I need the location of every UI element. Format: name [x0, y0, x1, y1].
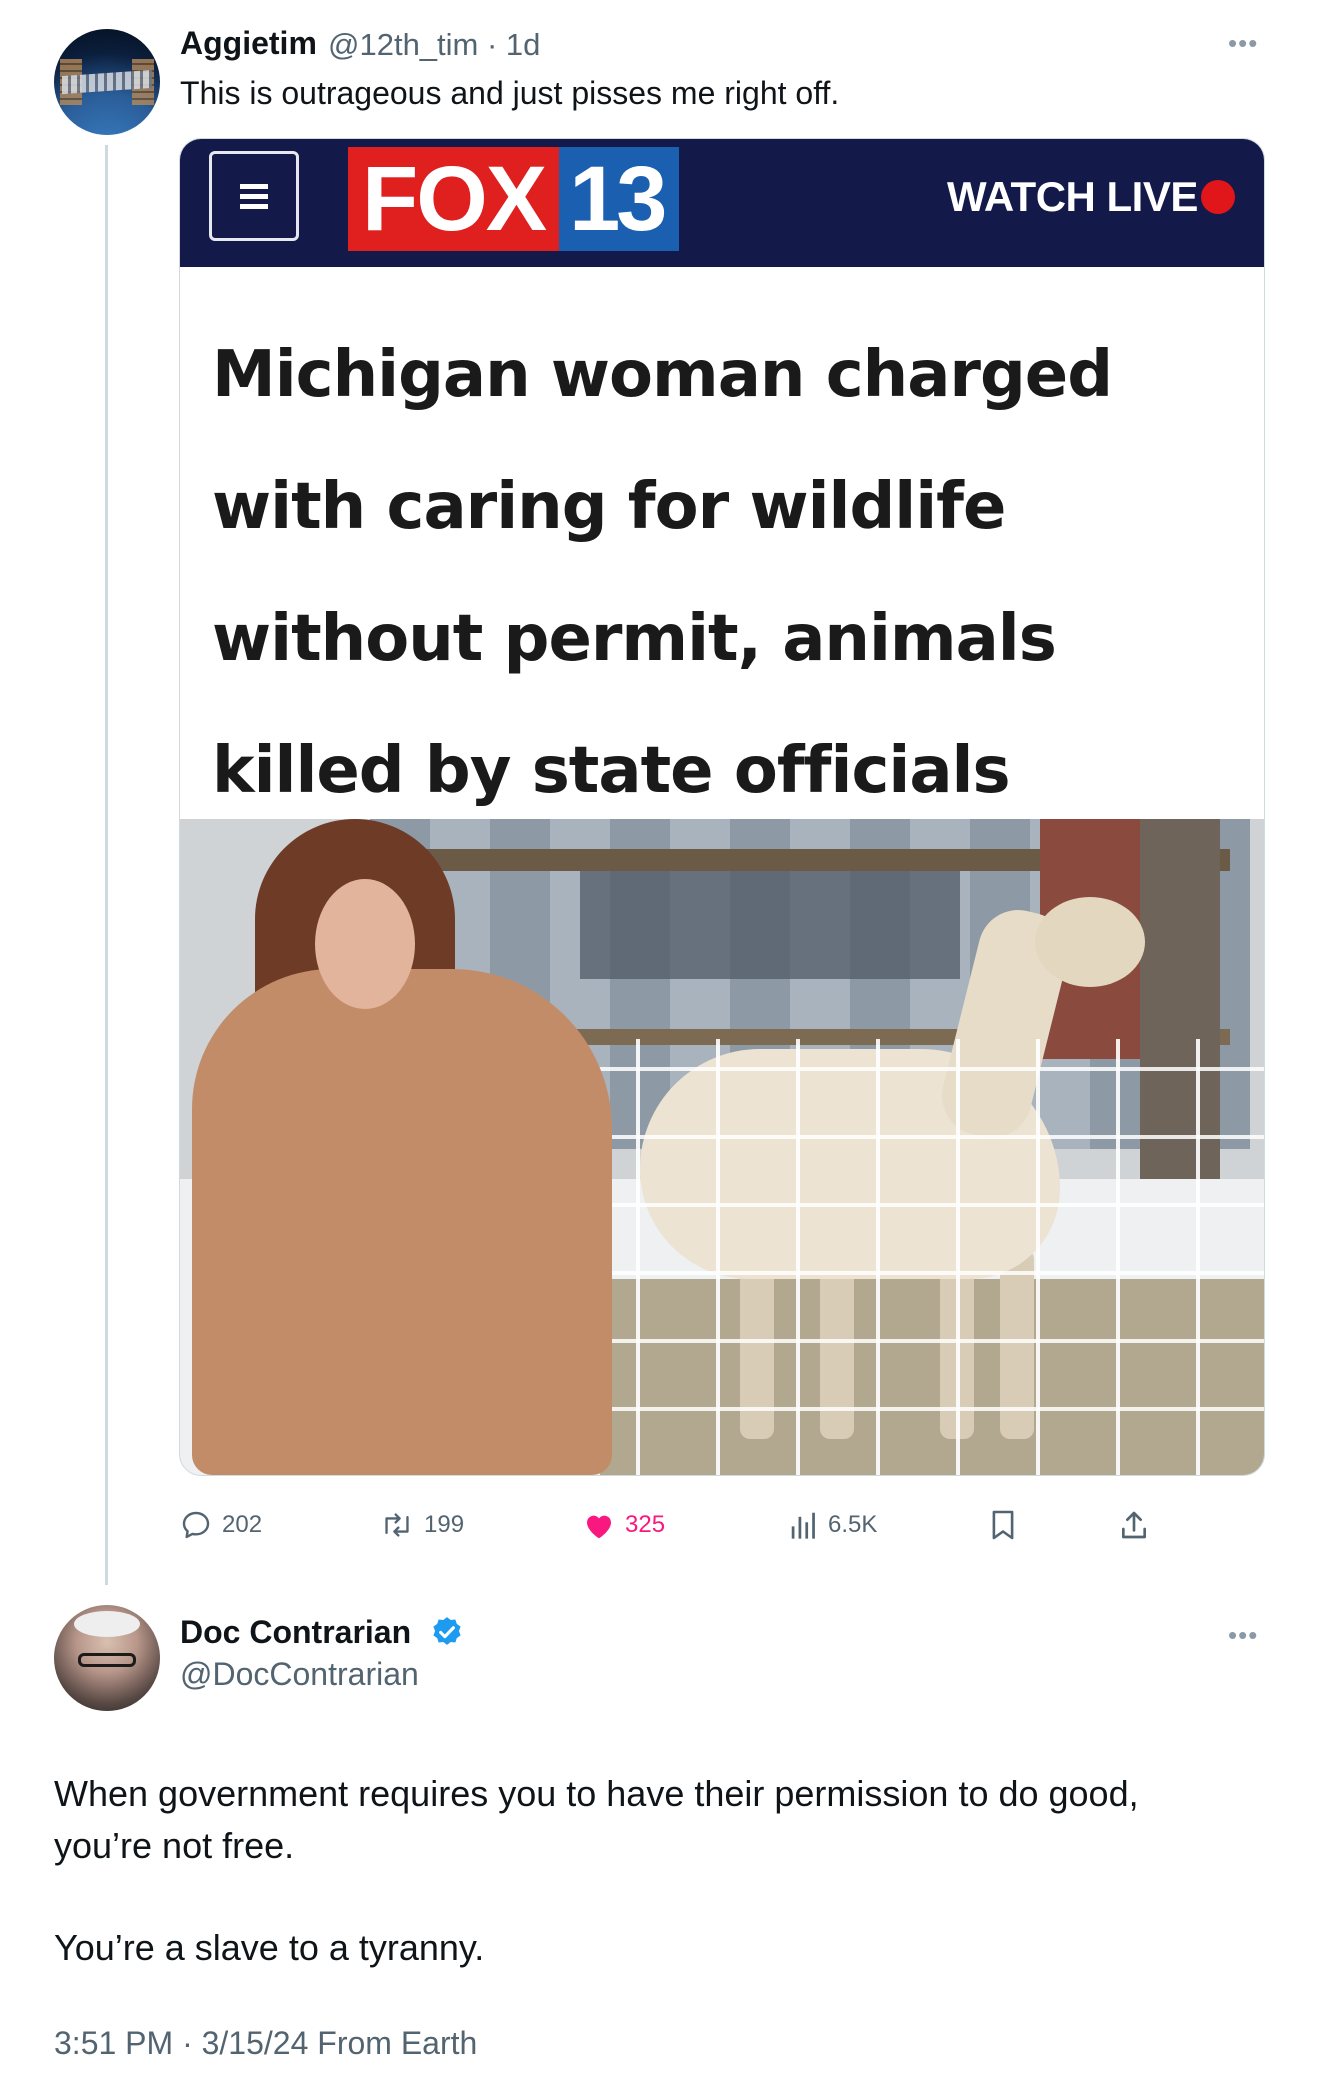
views-count: 6.5K	[828, 1511, 878, 1538]
reply-text-line: You’re a slave to a tyranny.	[54, 1927, 485, 1968]
photo-shed-opening	[580, 869, 960, 979]
views-button[interactable]: 6.5K	[790, 1507, 877, 1543]
avatar-hair	[74, 1611, 140, 1637]
repost-icon	[380, 1509, 414, 1541]
reply-icon	[180, 1509, 212, 1541]
more-icon[interactable]: •••	[1228, 28, 1258, 59]
reply-button[interactable]: 202	[180, 1507, 262, 1543]
share-icon	[1119, 1509, 1149, 1541]
news-header: FOX 13 WATCH LIVE	[180, 139, 1264, 267]
author-handle-time[interactable]: @12th_tim · 1d	[328, 27, 540, 63]
live-dot-icon	[1201, 180, 1235, 214]
media-card[interactable]: FOX 13 WATCH LIVE Michigan woman charged…	[179, 138, 1265, 1476]
logo-fox: FOX	[348, 147, 560, 251]
menu-lines-icon	[240, 184, 268, 209]
reply-timestamp[interactable]: 3:51 PM · 3/15/24 From Earth	[54, 2025, 477, 2062]
author-avatar[interactable]	[54, 29, 160, 135]
reply-text-line: When government requires you to have the…	[54, 1773, 1139, 1814]
fox13-logo: FOX 13	[348, 147, 680, 251]
author-name[interactable]: Aggietim	[180, 25, 317, 62]
bookmark-button[interactable]	[990, 1507, 1026, 1543]
bookmark-icon	[990, 1509, 1016, 1541]
avatar-glasses	[78, 1653, 136, 1667]
news-photo	[180, 819, 1264, 1475]
heart-icon	[583, 1510, 615, 1540]
photo-fence	[560, 1039, 1264, 1475]
repost-count: 199	[424, 1511, 465, 1538]
photo-alpaca-head	[1035, 897, 1145, 987]
repost-button[interactable]: 199	[380, 1507, 464, 1543]
reply-text-line: you’re not free.	[54, 1825, 295, 1866]
more-icon[interactable]: •••	[1228, 1620, 1258, 1651]
watch-live-label: WATCH LIVE	[947, 173, 1198, 220]
like-button[interactable]: 325	[583, 1507, 665, 1543]
news-headline: Michigan woman charged with caring for w…	[212, 338, 1113, 808]
reply-count: 202	[222, 1511, 263, 1538]
verified-badge-icon	[430, 1615, 464, 1654]
photo-woman-face	[315, 879, 415, 1009]
reply-author-handle[interactable]: @DocContrarian	[180, 1656, 419, 1693]
reply-author-name[interactable]: Doc Contrarian	[180, 1614, 411, 1651]
reply-author-avatar[interactable]	[54, 1605, 160, 1711]
logo-13: 13	[559, 147, 680, 251]
views-chart-icon	[790, 1510, 818, 1540]
like-count: 325	[625, 1511, 666, 1538]
tweet-text: This is outrageous and just pisses me ri…	[180, 75, 840, 111]
share-button[interactable]	[1119, 1507, 1159, 1543]
hamburger-menu-icon	[209, 151, 299, 241]
thread-line	[105, 145, 108, 1585]
photo-woman-coat	[192, 969, 612, 1475]
